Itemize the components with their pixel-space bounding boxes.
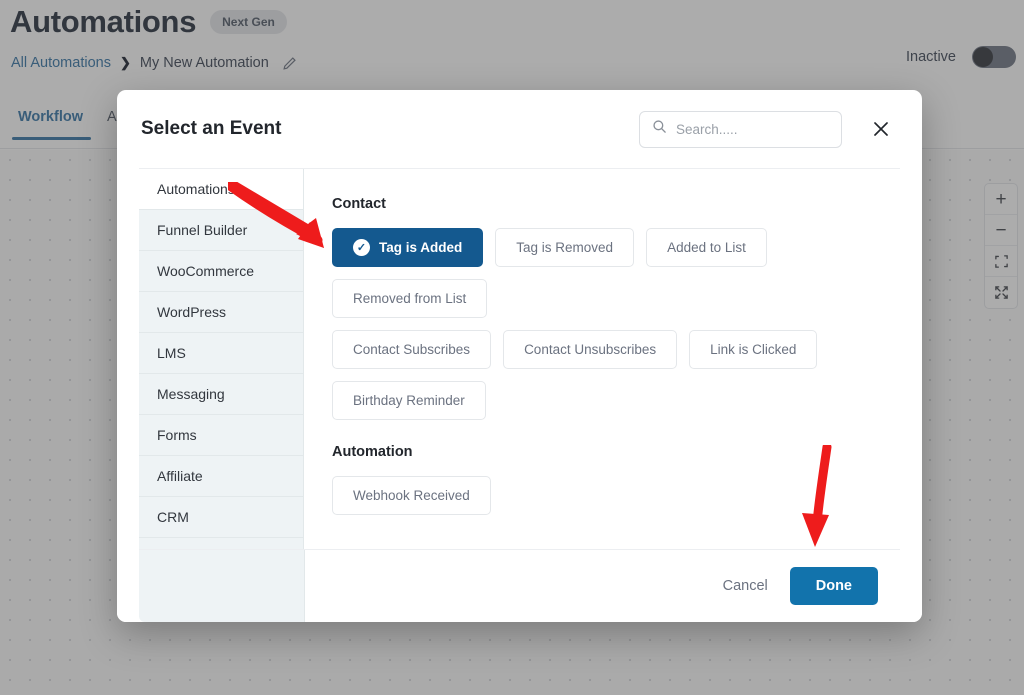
modal-footer: Cancel Done bbox=[117, 550, 922, 622]
event-chip-removed-from-list[interactable]: Removed from List bbox=[332, 279, 488, 318]
sidebar-item-funnel-builder[interactable]: Funnel Builder bbox=[139, 210, 303, 251]
event-chip-link-is-clicked[interactable]: Link is Clicked bbox=[689, 330, 818, 369]
event-chip-label: Tag is Added bbox=[379, 240, 463, 255]
group-title-automation: Automation bbox=[332, 444, 413, 460]
sidebar-item-forms[interactable]: Forms bbox=[139, 415, 303, 456]
event-list: Contact ✓ Tag is Added Tag is Removed Ad… bbox=[304, 169, 900, 549]
event-chip-tag-is-removed[interactable]: Tag is Removed bbox=[495, 228, 635, 267]
close-icon[interactable] bbox=[866, 114, 896, 144]
sidebar-item-messaging[interactable]: Messaging bbox=[139, 374, 303, 415]
event-chip-tag-is-added[interactable]: ✓ Tag is Added bbox=[332, 228, 484, 267]
event-row: Birthday Reminder bbox=[332, 381, 870, 420]
cancel-button[interactable]: Cancel bbox=[723, 578, 768, 594]
sidebar-item-affiliate[interactable]: Affiliate bbox=[139, 456, 303, 497]
event-chip-added-to-list[interactable]: Added to List bbox=[646, 228, 767, 267]
category-sidebar: Automations Funnel Builder WooCommerce W… bbox=[139, 169, 304, 549]
modal-title: Select an Event bbox=[141, 118, 282, 139]
event-row: Contact Subscribes Contact Unsubscribes … bbox=[332, 330, 870, 369]
event-row: ✓ Tag is Added Tag is Removed Added to L… bbox=[332, 228, 870, 318]
sidebar-item-crm[interactable]: CRM bbox=[139, 497, 303, 538]
select-event-modal: Select an Event Automations Funnel Build… bbox=[117, 90, 922, 622]
done-button[interactable]: Done bbox=[789, 567, 878, 605]
event-chip-contact-unsubscribes[interactable]: Contact Unsubscribes bbox=[503, 330, 678, 369]
modal-header: Select an Event bbox=[117, 90, 922, 168]
search-box[interactable] bbox=[639, 110, 853, 148]
check-circle-icon: ✓ bbox=[353, 239, 370, 256]
sidebar-item-wordpress[interactable]: WordPress bbox=[139, 292, 303, 333]
event-chip-contact-subscribes[interactable]: Contact Subscribes bbox=[332, 330, 492, 369]
search-icon bbox=[652, 119, 667, 139]
sidebar-item-woocommerce[interactable]: WooCommerce bbox=[139, 251, 303, 292]
event-row: Webhook Received bbox=[332, 476, 870, 515]
event-chip-webhook-received[interactable]: Webhook Received bbox=[332, 476, 491, 515]
search-input[interactable] bbox=[676, 121, 853, 137]
sidebar-item-lms[interactable]: LMS bbox=[139, 333, 303, 374]
modal-body: Automations Funnel Builder WooCommerce W… bbox=[139, 168, 900, 550]
event-chip-birthday-reminder[interactable]: Birthday Reminder bbox=[332, 381, 486, 420]
group-title-contact: Contact bbox=[332, 196, 386, 212]
sidebar-item-automations[interactable]: Automations bbox=[139, 169, 303, 210]
